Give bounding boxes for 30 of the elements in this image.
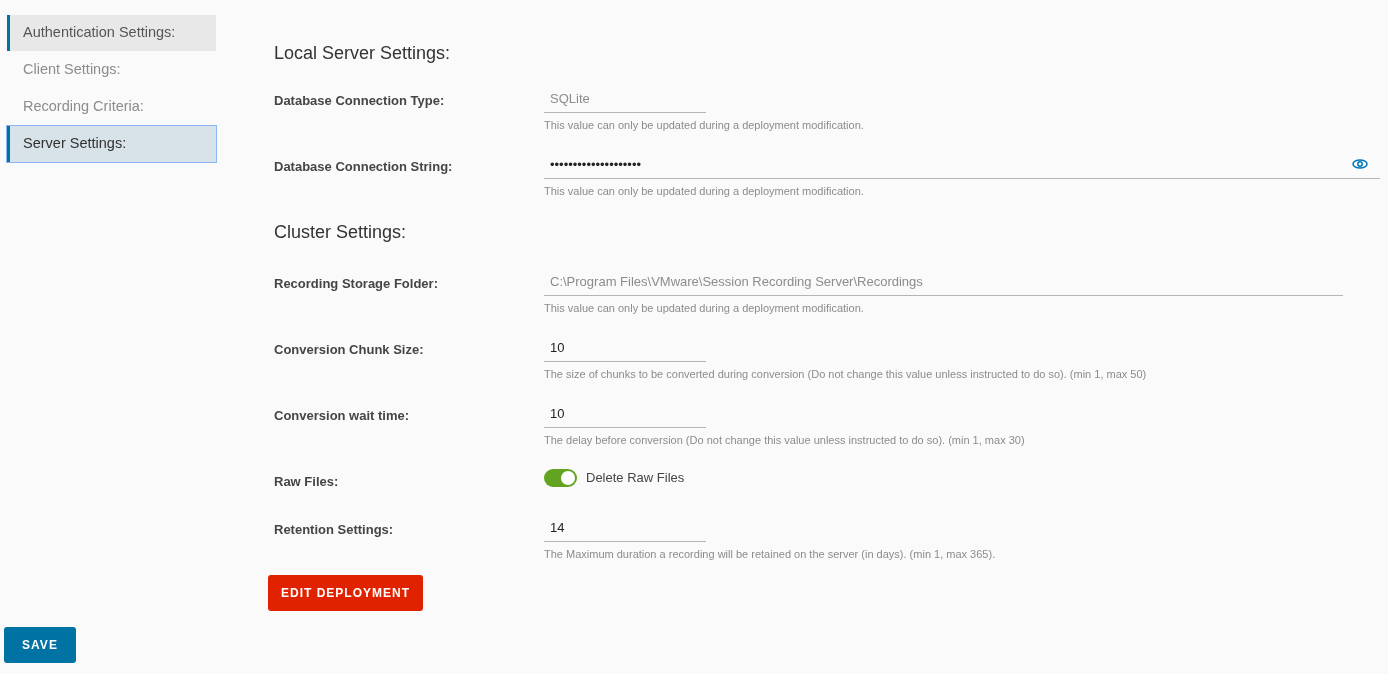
input-field[interactable]: C:\Program Files\VMware\Session Recording Server\Recordings [544,271,1343,292]
toggle-switch[interactable] [544,468,577,487]
password-field[interactable]: •••••••••••••••••••• [544,154,1352,175]
input-field[interactable]: SQLite [544,88,706,109]
sidebar-item[interactable]: Server Settings: [7,126,216,162]
save-button[interactable]: SAVE [4,627,76,663]
sidebar-item[interactable]: Authentication Settings: [7,15,216,51]
eye-icon[interactable] [1352,158,1368,169]
sidebar-item[interactable]: Client Settings: [7,52,216,88]
field-label: Database Connection String: [274,158,454,176]
section-heading: Local Server Settings: [273,42,452,65]
field-label: Retention Settings: [274,521,395,539]
toggle-label: Delete Raw Files [586,469,685,487]
field-label: Conversion wait time: [274,407,411,425]
helper-text: This value can only be updated during a deployment modification. [544,118,865,133]
field-label: Database Connection Type: [274,92,446,110]
input-field[interactable]: 14 [544,517,706,538]
input-field[interactable]: 10 [544,403,706,424]
sidebar-item[interactable]: Recording Criteria: [7,89,216,125]
helper-text: The size of chunks to be converted during conversion (Do not change this value unless instructed to do so). (min 1, max 50) [544,367,1148,382]
input-field[interactable]: 10 [544,337,706,358]
helper-text: The delay before conversion (Do not change this value unless instructed to do so). (min 1, max 30) [544,433,1026,448]
section-heading: Cluster Settings: [273,221,408,244]
edit-deployment-button[interactable]: EDIT DEPLOYMENT [268,575,423,611]
helper-text: The Maximum duration a recording will be retained on the server (in days). (min 1, max 365). [544,547,997,562]
helper-text: This value can only be updated during a deployment modification. [544,301,865,316]
field-label: Raw Files: [274,473,340,491]
helper-text: This value can only be updated during a deployment modification. [544,184,865,199]
field-label: Conversion Chunk Size: [274,341,425,359]
field-label: Recording Storage Folder: [274,275,439,293]
